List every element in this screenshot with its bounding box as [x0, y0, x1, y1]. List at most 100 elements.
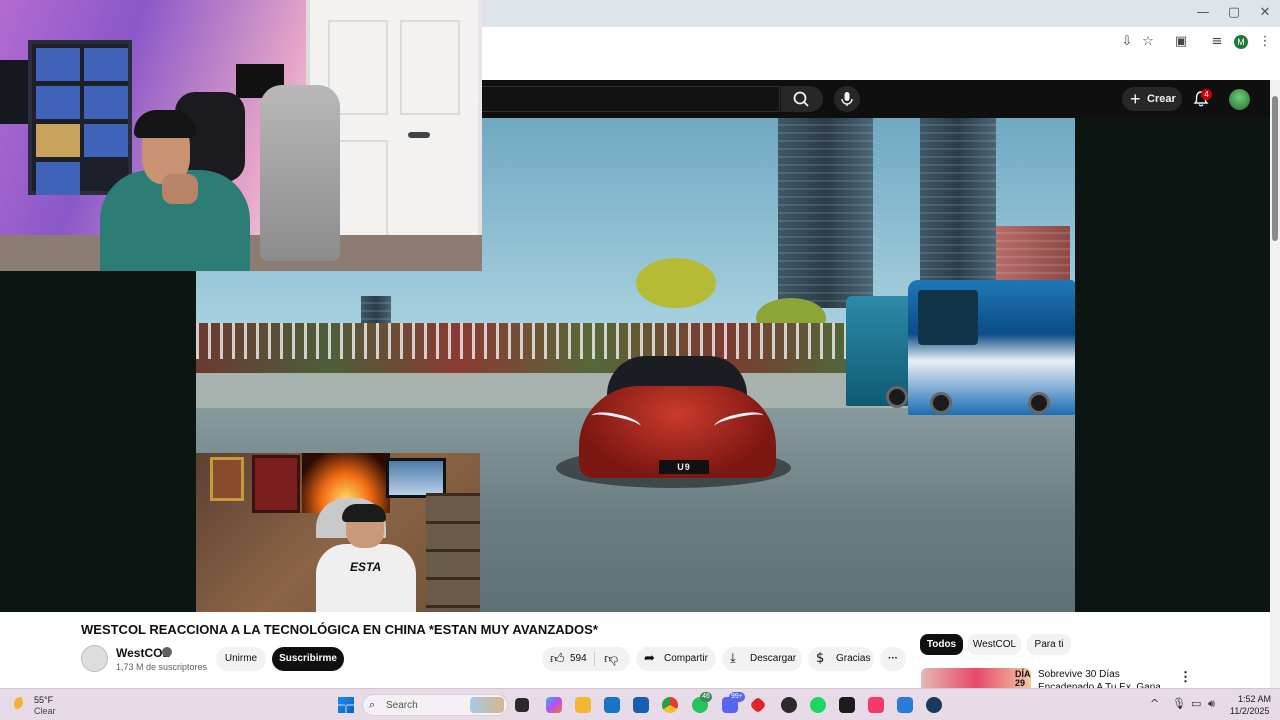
door-panel	[400, 20, 460, 115]
shelf	[426, 493, 480, 612]
media-controls-icon[interactable]: ≡	[1208, 33, 1226, 51]
webcam-overlay	[0, 0, 482, 271]
task-view-icon[interactable]	[515, 698, 529, 712]
notification-count-badge: 4	[1201, 89, 1212, 100]
download-icon: ⤓	[730, 651, 736, 666]
verified-badge-icon	[162, 647, 172, 657]
create-button[interactable]: + Crear	[1122, 87, 1182, 111]
like-count[interactable]: 594	[570, 647, 587, 671]
copilot-icon[interactable]	[546, 697, 562, 713]
spotify-icon[interactable]	[810, 697, 826, 713]
volume-icon[interactable]: 🔊︎	[1208, 697, 1215, 711]
maximize-button[interactable]: ▢	[1219, 4, 1249, 22]
youtube-account-avatar[interactable]	[1229, 89, 1250, 110]
bus-windshield	[918, 290, 978, 345]
recommended-video-title[interactable]: Sobrevive 30 Días Encadenado A Tu Ex, Ga…	[1038, 668, 1178, 688]
browser-menu-icon[interactable]: ⋮	[1256, 33, 1274, 51]
video-title: WESTCOL REACCIONA A LA TECNOLÓGICA EN CH…	[81, 622, 598, 637]
app-icon[interactable]	[897, 697, 913, 713]
thumbs-down-icon[interactable]: 👎︎	[604, 647, 618, 671]
painting	[210, 457, 244, 501]
microsoft-store-icon[interactable]	[604, 697, 620, 713]
thanks-button[interactable]: $ Gracias	[808, 647, 874, 671]
search-highlight-icon[interactable]	[470, 697, 504, 713]
super-thanks-icon: $	[816, 651, 825, 666]
chip-for-you[interactable]: Para ti	[1027, 634, 1071, 655]
fence	[196, 323, 856, 359]
gray-gaming-chair	[260, 85, 340, 261]
close-window-button[interactable]: ✕	[1250, 4, 1280, 22]
license-plate: U9	[659, 460, 709, 474]
windows-taskbar: 55°F Clear ⌕ Search 46 99+ ^ 🎙︎ ▭ 🔊︎ 1:5…	[0, 688, 1280, 720]
install-app-icon[interactable]: ⇩	[1118, 33, 1136, 51]
profile-avatar[interactable]: M	[1234, 35, 1248, 49]
search-icon: ⌕	[369, 698, 376, 711]
shelf-cell	[36, 86, 80, 119]
microphone-icon[interactable]: 🎙︎	[1172, 697, 1186, 710]
voice-search-button[interactable]	[834, 86, 860, 112]
weather-moon-icon[interactable]	[14, 697, 28, 711]
painting	[252, 455, 300, 513]
door-handle	[408, 132, 430, 138]
chrome-icon[interactable]	[662, 697, 678, 713]
weather-condition[interactable]: Clear	[34, 706, 56, 716]
subscriber-count: 1,73 M de suscriptores	[116, 662, 208, 672]
download-button[interactable]: ⤓ Descargar	[722, 647, 802, 671]
plus-icon: +	[1130, 89, 1141, 109]
network-icon[interactable]: ▭	[1191, 697, 1201, 710]
wheel	[886, 386, 908, 408]
subscribe-button[interactable]: Suscribirme	[272, 647, 344, 671]
recommended-more-icon[interactable]: ⋮	[1179, 669, 1192, 685]
screen: — ▢ ✕ ⇩ ☆ ▣ ≡ M ⋮ + Crear 4 U9 ESTA WEST…	[0, 0, 1280, 720]
download-label: Descargar	[750, 653, 797, 664]
bookmark-star-icon[interactable]: ☆	[1139, 33, 1157, 51]
minimize-button[interactable]: —	[1188, 4, 1218, 22]
microphone-icon	[841, 92, 853, 106]
shirt: ESTA	[316, 544, 416, 612]
obs-icon[interactable]	[781, 697, 797, 713]
shirt-logo: ESTA	[350, 560, 382, 574]
photo-frame	[386, 458, 446, 498]
search-button[interactable]	[781, 86, 823, 112]
building	[920, 118, 996, 298]
file-explorer-icon[interactable]	[575, 697, 591, 713]
channel-avatar[interactable]	[81, 645, 108, 672]
clock-time[interactable]: 1:52 AM	[1238, 694, 1271, 704]
epic-games-icon[interactable]	[839, 697, 855, 713]
share-button[interactable]: ➦ Compartir	[636, 647, 716, 671]
tree	[636, 258, 716, 308]
building	[361, 296, 391, 326]
search-icon	[793, 91, 809, 107]
create-label: Crear	[1147, 93, 1176, 105]
tiktok-icon[interactable]	[868, 697, 884, 713]
streamer: ESTA	[316, 504, 416, 612]
discord-badge: 99+	[729, 692, 745, 702]
shelf-cell	[36, 124, 80, 157]
share-arrow-icon: ➦	[644, 651, 655, 666]
divider	[594, 652, 595, 666]
red-app-icon[interactable]	[749, 696, 767, 714]
thumbs-up-icon[interactable]: 👍︎	[550, 647, 565, 671]
chip-all[interactable]: Todos	[920, 634, 963, 655]
wheel	[1028, 392, 1050, 414]
whatsapp-badge: 46	[700, 692, 712, 702]
cap	[134, 110, 196, 138]
extensions-icon[interactable]: ▣	[1172, 33, 1190, 51]
shelf-cell	[36, 162, 80, 195]
join-button[interactable]: Unirme	[216, 647, 266, 671]
cap	[342, 504, 386, 522]
more-actions-button[interactable]: ···	[880, 647, 906, 671]
scrollbar-thumb[interactable]	[1272, 96, 1278, 241]
clock-date[interactable]: 11/2/2025	[1230, 706, 1269, 716]
chip-westcol[interactable]: WestCOL	[968, 634, 1021, 655]
weather-temperature[interactable]: 55°F	[34, 695, 53, 705]
share-label: Compartir	[664, 653, 708, 664]
tray-overflow-icon[interactable]: ^	[1150, 697, 1159, 710]
inner-webcam-overlay: ESTA	[196, 453, 480, 612]
like-dislike-group: 👍︎ 594 👎︎	[542, 647, 630, 671]
start-windows-icon[interactable]	[338, 697, 354, 713]
building	[778, 118, 873, 308]
outlook-icon[interactable]	[633, 697, 649, 713]
shelf-cell	[84, 48, 128, 81]
steam-icon[interactable]	[926, 697, 942, 713]
